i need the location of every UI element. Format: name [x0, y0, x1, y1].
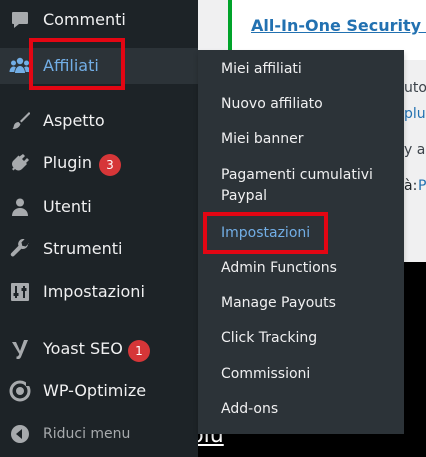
notice-text-fragment: y ac: [404, 142, 426, 158]
plug-icon: [9, 153, 31, 173]
update-count-badge: 3: [99, 154, 121, 176]
notice-link-fragment[interactable]: plu: [404, 106, 426, 122]
sidebar-item-label: Plugin: [43, 153, 92, 172]
submenu-pointer: [190, 59, 198, 75]
submenu-item-click-tracking[interactable]: Click Tracking: [221, 329, 317, 347]
submenu-item-add-ons[interactable]: Add-ons: [221, 400, 278, 418]
collapse-menu-button[interactable]: Riduci menu: [0, 416, 198, 452]
notice-title-link[interactable]: All-In-One Security (AIO: [251, 16, 426, 35]
submenu-item-pagamenti-cumulativi[interactable]: Pagamenti cumulativi Paypal: [221, 165, 373, 207]
submenu-item-nuovo-affiliato[interactable]: Nuovo affiliato: [221, 95, 323, 113]
sidebar-item-label: WP-Optimize: [43, 381, 147, 400]
user-icon: [9, 197, 31, 217]
sidebar-item-label: Yoast SEO: [43, 339, 123, 358]
submenu-item-miei-banner[interactable]: Miei banner: [221, 130, 304, 148]
notice-text-fragment: uto: [404, 80, 426, 96]
submenu-item-commissioni[interactable]: Commissioni: [221, 365, 310, 383]
comment-icon: [9, 10, 31, 30]
sidebar-item-wp-optimize[interactable]: WP-Optimize: [0, 373, 198, 409]
sidebar-item-plugin[interactable]: Plugin 3: [0, 145, 198, 181]
highlight-box-affiliati: [29, 38, 125, 90]
sidebar-item-label: Aspetto: [43, 111, 105, 130]
sidebar-item-label: Impostazioni: [43, 282, 145, 301]
submenu-item-admin-functions[interactable]: Admin Functions: [221, 259, 337, 277]
sidebar-item-commenti[interactable]: Commenti: [0, 2, 198, 38]
notice-text-fragment: à:: [404, 178, 418, 194]
affiliates-icon: [9, 56, 31, 76]
sidebar-item-utenti[interactable]: Utenti: [0, 189, 198, 225]
sidebar-item-strumenti[interactable]: Strumenti: [0, 231, 198, 267]
brush-icon: [9, 111, 31, 131]
yoast-icon: [9, 339, 31, 359]
submenu-item-manage-payouts[interactable]: Manage Payouts: [221, 294, 336, 312]
sliders-icon: [9, 282, 31, 302]
wrench-icon: [9, 239, 31, 259]
sidebar-item-yoast[interactable]: Yoast SEO 1: [0, 331, 198, 367]
sidebar-item-label: Strumenti: [43, 239, 123, 258]
sidebar-item-label: Utenti: [43, 197, 92, 216]
submenu-item-miei-affiliati[interactable]: Miei affiliati: [221, 60, 302, 78]
sidebar-item-aspetto[interactable]: Aspetto: [0, 103, 198, 139]
sidebar-item-impostazioni[interactable]: Impostazioni: [0, 274, 198, 310]
wp-optimize-icon: [9, 380, 31, 402]
collapse-icon: [9, 424, 31, 444]
sidebar-item-label: Riduci menu: [43, 426, 131, 442]
sidebar-item-label: Commenti: [43, 10, 126, 29]
highlight-box-impostazioni: [203, 212, 328, 254]
notification-count-badge: 1: [128, 340, 150, 362]
notice-link-fragment[interactable]: P: [418, 178, 426, 194]
